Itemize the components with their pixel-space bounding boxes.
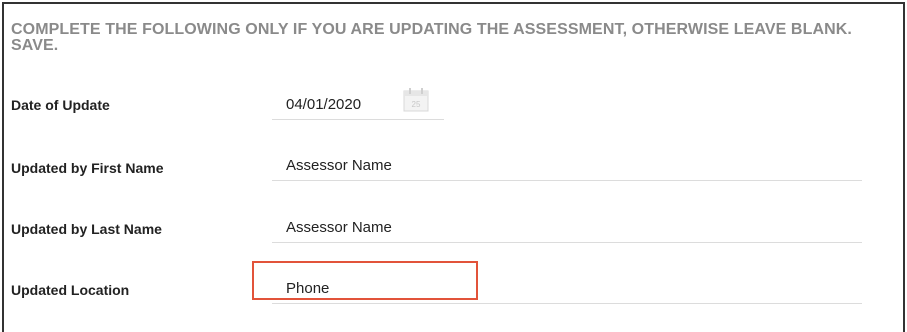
last-name-field[interactable] — [272, 213, 862, 243]
updated-location-label: Updated Location — [11, 282, 130, 298]
calendar-icon-graphic: 25 — [403, 88, 429, 112]
calendar-day-number: 25 — [412, 100, 421, 109]
first-name-field[interactable] — [272, 151, 862, 181]
first-name-label: Updated by First Name — [11, 160, 164, 176]
last-name-label: Updated by Last Name — [11, 221, 162, 237]
date-of-update-label: Date of Update — [11, 97, 110, 113]
assessment-update-panel: COMPLETE THE FOLLOWING ONLY IF YOU ARE U… — [2, 2, 905, 332]
section-heading: COMPLETE THE FOLLOWING ONLY IF YOU ARE U… — [11, 21, 852, 54]
updated-location-field[interactable] — [272, 274, 862, 304]
calendar-icon[interactable]: 25 — [402, 87, 430, 113]
